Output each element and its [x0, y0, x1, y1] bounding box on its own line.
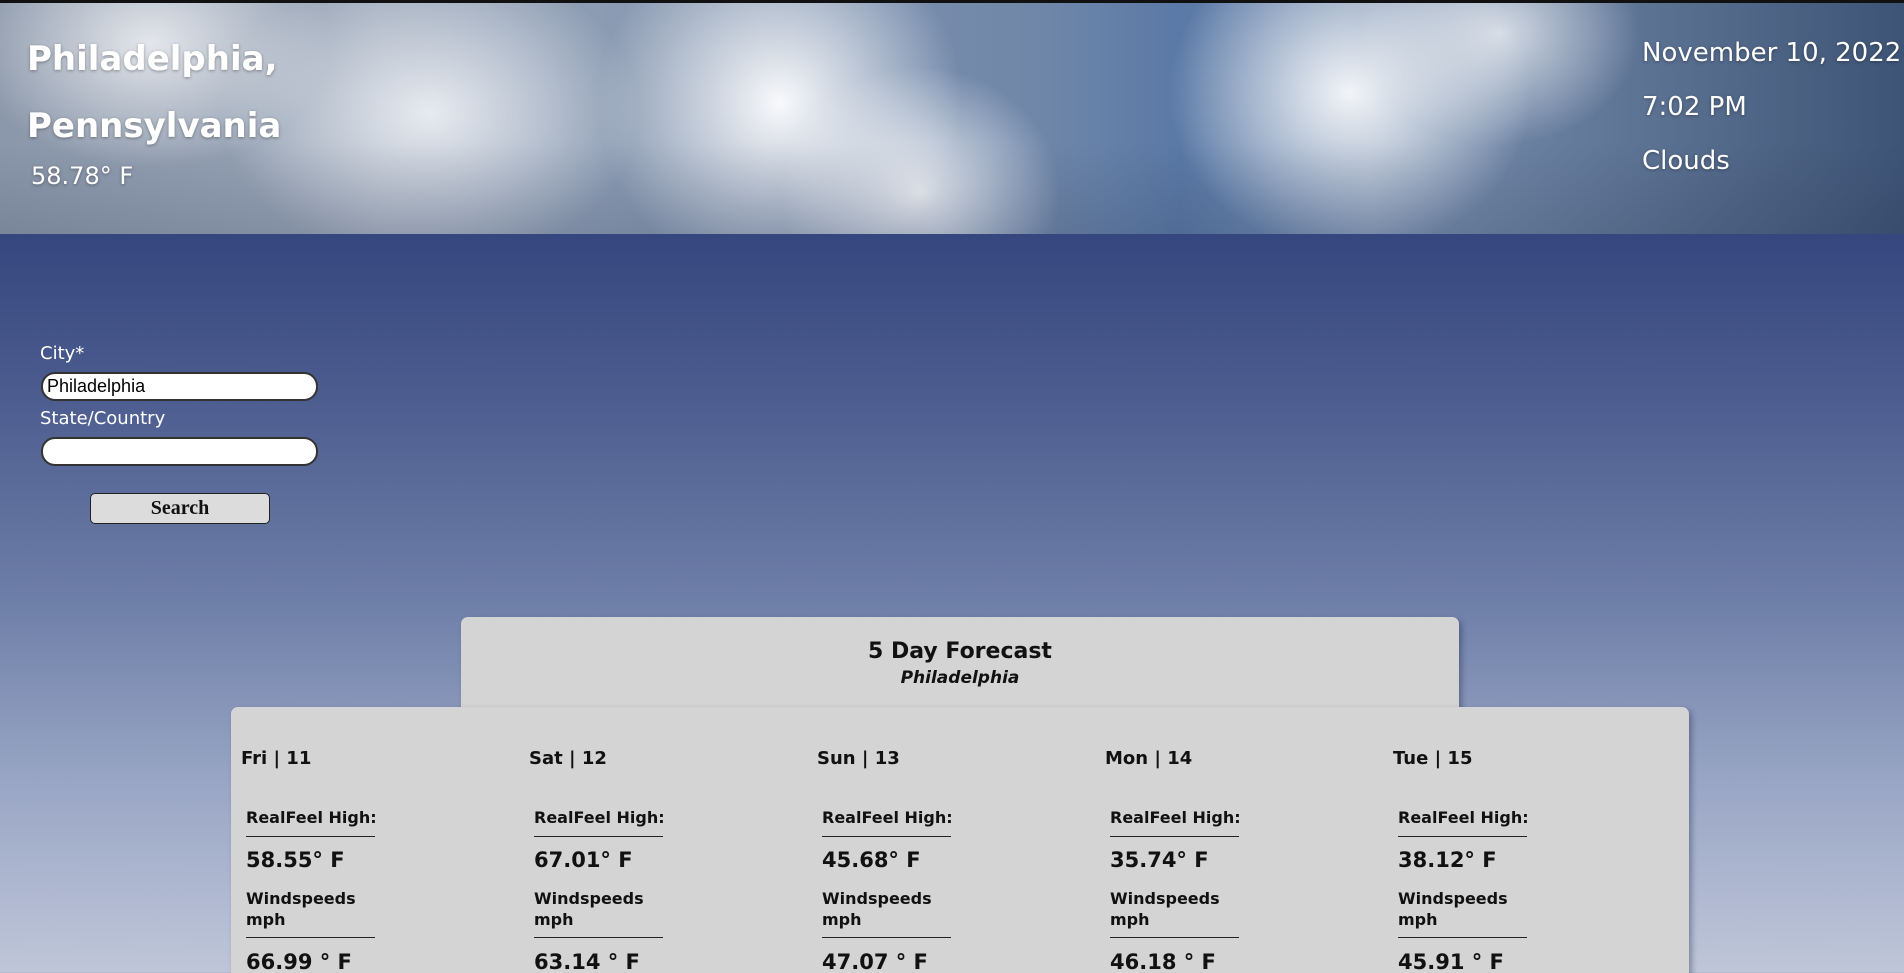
windspeed-value: 63.14 ° F	[534, 950, 640, 973]
current-date: November 10, 2022	[1642, 38, 1902, 68]
forecast-day-card: Tue | 15 RealFeel High: 38.12° F Windspe…	[1383, 707, 1583, 973]
forecast-day-card: Mon | 14 RealFeel High: 35.74° F Windspe…	[1095, 707, 1295, 973]
divider	[822, 937, 951, 938]
day-label: Tue | 15	[1393, 748, 1473, 769]
location-city: Philadelphia,	[27, 39, 278, 79]
current-condition: Clouds	[1642, 146, 1730, 176]
realfeel-value: 35.74° F	[1110, 848, 1209, 872]
weather-header: Philadelphia, Pennsylvania 58.78° F Nove…	[0, 0, 1904, 234]
divider	[822, 836, 951, 837]
windspeed-label: Windspeeds mph	[1398, 889, 1508, 929]
divider	[246, 836, 375, 837]
realfeel-label: RealFeel High:	[246, 808, 377, 827]
windspeed-value: 47.07 ° F	[822, 950, 928, 973]
divider	[1398, 937, 1527, 938]
forecast-day-card: Fri | 11 RealFeel High: 58.55° F Windspe…	[231, 707, 431, 973]
windspeed-value: 45.91 ° F	[1398, 950, 1504, 973]
forecast-panel: Fri | 11 RealFeel High: 58.55° F Windspe…	[231, 707, 1689, 973]
realfeel-value: 38.12° F	[1398, 848, 1497, 872]
windspeed-label: Windspeeds mph	[534, 889, 644, 929]
realfeel-label: RealFeel High:	[1398, 808, 1529, 827]
windspeed-label: Windspeeds mph	[1110, 889, 1220, 929]
realfeel-label: RealFeel High:	[1110, 808, 1241, 827]
realfeel-label: RealFeel High:	[534, 808, 665, 827]
realfeel-value: 45.68° F	[822, 848, 921, 872]
windspeed-value: 66.99 ° F	[246, 950, 352, 973]
forecast-subtitle: Philadelphia	[900, 668, 1020, 688]
search-button[interactable]: Search	[90, 493, 270, 524]
divider	[534, 836, 663, 837]
divider	[1398, 836, 1527, 837]
state-country-input[interactable]	[41, 437, 318, 466]
day-label: Mon | 14	[1105, 748, 1193, 769]
windspeed-label: Windspeeds mph	[822, 889, 932, 929]
current-time: 7:02 PM	[1642, 92, 1747, 122]
forecast-day-card: Sat | 12 RealFeel High: 67.01° F Windspe…	[519, 707, 719, 973]
city-input[interactable]	[41, 372, 318, 401]
divider	[534, 937, 663, 938]
forecast-day-card: Sun | 13 RealFeel High: 45.68° F Windspe…	[807, 707, 1007, 973]
forecast-title: 5 Day Forecast	[868, 639, 1052, 664]
windspeed-label: Windspeeds mph	[246, 889, 356, 929]
current-temperature: 58.78° F	[31, 162, 134, 190]
divider	[246, 937, 375, 938]
forecast-header: 5 Day Forecast Philadelphia	[461, 617, 1459, 717]
day-label: Sun | 13	[817, 748, 900, 769]
realfeel-value: 58.55° F	[246, 848, 345, 872]
windspeed-value: 46.18 ° F	[1110, 950, 1216, 973]
divider	[1110, 937, 1239, 938]
divider	[1110, 836, 1239, 837]
city-label: City*	[40, 343, 85, 364]
realfeel-label: RealFeel High:	[822, 808, 953, 827]
day-label: Fri | 11	[241, 748, 312, 769]
location-state: Pennsylvania	[27, 106, 282, 146]
state-country-label: State/Country	[40, 408, 166, 429]
realfeel-value: 67.01° F	[534, 848, 633, 872]
day-label: Sat | 12	[529, 748, 607, 769]
